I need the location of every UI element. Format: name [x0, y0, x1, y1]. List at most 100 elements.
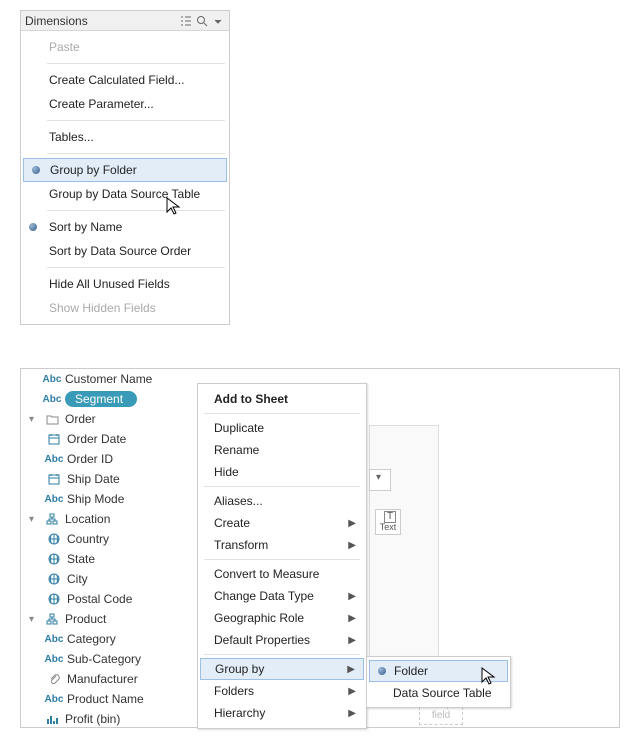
menu-item-label: Folders: [214, 684, 254, 698]
calendar-icon: [48, 433, 60, 445]
text-type-icon: Abc: [45, 634, 64, 645]
submenu-item[interactable]: Data Source Table: [367, 682, 510, 704]
globe-icon: [48, 593, 60, 605]
field-context-menu: Add to Sheet DuplicateRename Hide Aliases..…: [197, 383, 367, 729]
menu-item-label: Convert to Measure: [214, 567, 319, 581]
submenu-arrow-icon: ▶: [348, 686, 356, 697]
field-row[interactable]: Profit (bin): [21, 709, 197, 729]
field-label: Manufacturer: [67, 672, 138, 686]
field-label: State: [67, 552, 95, 566]
submenu-arrow-icon: ▶: [348, 635, 356, 646]
field-label: Sub-Category: [67, 652, 141, 666]
field-row[interactable]: ▾Product: [21, 609, 197, 629]
context-menu-item[interactable]: Duplicate: [198, 417, 366, 439]
menu-item[interactable]: Group by Data Source Table: [21, 182, 229, 206]
submenu-arrow-icon: ▶: [348, 518, 356, 529]
text-type-icon: Abc: [45, 654, 64, 665]
context-menu-item[interactable]: Rename: [198, 439, 366, 461]
field-row[interactable]: AbcCategory: [21, 629, 197, 649]
menu-item[interactable]: Tables...: [21, 125, 229, 149]
submenu-item[interactable]: Folder: [369, 660, 508, 682]
context-menu-item[interactable]: Default Properties▶: [198, 629, 366, 651]
context-menu-item[interactable]: Aliases...: [198, 490, 366, 512]
text-type-icon: Abc: [43, 394, 62, 405]
context-menu-item[interactable]: Change Data Type▶: [198, 585, 366, 607]
text-type-icon: Abc: [45, 454, 64, 465]
field-row[interactable]: AbcShip Mode: [21, 489, 197, 509]
expand-caret-icon[interactable]: ▾: [29, 614, 39, 625]
radio-indicator-icon: [32, 166, 40, 174]
field-row[interactable]: Manufacturer: [21, 669, 197, 689]
text-type-icon: Abc: [45, 694, 64, 705]
menu-item[interactable]: Group by Folder: [23, 158, 227, 182]
field-row[interactable]: State: [21, 549, 197, 569]
menu-item: Paste: [21, 35, 229, 59]
menu-item-label: Aliases...: [214, 494, 263, 508]
menu-item[interactable]: Sort by Data Source Order: [21, 239, 229, 263]
menu-item[interactable]: Hide All Unused Fields: [21, 272, 229, 296]
context-menu-item[interactable]: Hierarchy▶: [198, 702, 366, 724]
field-label: Product Name: [67, 692, 144, 706]
context-menu-item[interactable]: Folders ▶: [198, 680, 366, 702]
submenu-arrow-icon: ▶: [348, 540, 356, 551]
field-row[interactable]: Country: [21, 529, 197, 549]
menu-item-label: Hide: [214, 465, 239, 479]
dropdown-control[interactable]: [369, 469, 391, 491]
field-row[interactable]: Order Date: [21, 429, 197, 449]
field-row[interactable]: AbcSub-Category: [21, 649, 197, 669]
field-row[interactable]: ▾ Order: [21, 409, 197, 429]
menu-item-label: Group by Data Source Table: [49, 187, 200, 201]
menu-item[interactable]: Create Parameter...: [21, 92, 229, 116]
list-view-icon[interactable]: [179, 14, 193, 28]
menu-item-label: Geographic Role: [214, 611, 304, 625]
field-row[interactable]: ▾Location: [21, 509, 197, 529]
menu-separator: [47, 120, 225, 121]
field-row[interactable]: Postal Code: [21, 589, 197, 609]
context-menu-item[interactable]: Add to Sheet: [198, 388, 366, 410]
expand-caret-icon[interactable]: ▾: [29, 414, 39, 425]
expand-caret-icon[interactable]: ▾: [29, 514, 39, 525]
field-label: Segment: [65, 391, 137, 407]
menu-separator: [204, 486, 360, 487]
radio-indicator-icon: [378, 667, 386, 675]
context-menu-item[interactable]: Geographic Role ▶: [198, 607, 366, 629]
hierarchy-icon: [46, 613, 58, 625]
dropdown-icon[interactable]: [211, 14, 225, 28]
dimensions-menu: Paste Create Calculated Field...Create Pa…: [21, 31, 229, 324]
globe-icon: [48, 533, 60, 545]
field-row[interactable]: AbcOrder ID: [21, 449, 197, 469]
field-row[interactable]: Ship Date: [21, 469, 197, 489]
calendar-icon: [48, 473, 60, 485]
menu-item-label: Show Hidden Fields: [49, 301, 156, 315]
submenu-arrow-icon: ▶: [348, 613, 356, 624]
menu-item: Show Hidden Fields: [21, 296, 229, 320]
radio-indicator-icon: [29, 223, 37, 231]
context-menu-item[interactable]: Group by▶: [200, 658, 364, 680]
field-row[interactable]: AbcSegment: [21, 389, 197, 409]
dimensions-panel: Dimensions Paste Create Calculated Field.…: [20, 10, 230, 325]
globe-icon: [48, 553, 60, 565]
field-label: Order: [65, 412, 96, 426]
hierarchy-icon: [46, 513, 58, 525]
menu-item[interactable]: Create Calculated Field...: [21, 68, 229, 92]
context-menu-item[interactable]: Convert to Measure: [198, 563, 366, 585]
text-mark-button[interactable]: Text: [375, 509, 401, 535]
context-menu-item[interactable]: Create▶: [198, 512, 366, 534]
field-row[interactable]: City: [21, 569, 197, 589]
dimensions-header: Dimensions: [21, 11, 229, 31]
context-menu-item[interactable]: Transform▶: [198, 534, 366, 556]
context-menu-item[interactable]: Hide: [198, 461, 366, 483]
search-icon[interactable]: [195, 14, 209, 28]
submenu-arrow-icon: ▶: [348, 708, 356, 719]
field-label: Order Date: [67, 432, 126, 446]
field-label: Ship Mode: [67, 492, 124, 506]
field-row[interactable]: AbcCustomer Name: [21, 369, 197, 389]
menu-item-label: Data Source Table: [393, 686, 492, 700]
globe-icon: [48, 573, 60, 585]
text-type-icon: Abc: [45, 494, 64, 505]
field-row[interactable]: AbcProduct Name: [21, 689, 197, 709]
field-label: Customer Name: [65, 372, 152, 386]
submenu-arrow-icon: ▶: [347, 664, 355, 675]
menu-item[interactable]: Sort by Name: [21, 215, 229, 239]
menu-separator: [47, 63, 225, 64]
